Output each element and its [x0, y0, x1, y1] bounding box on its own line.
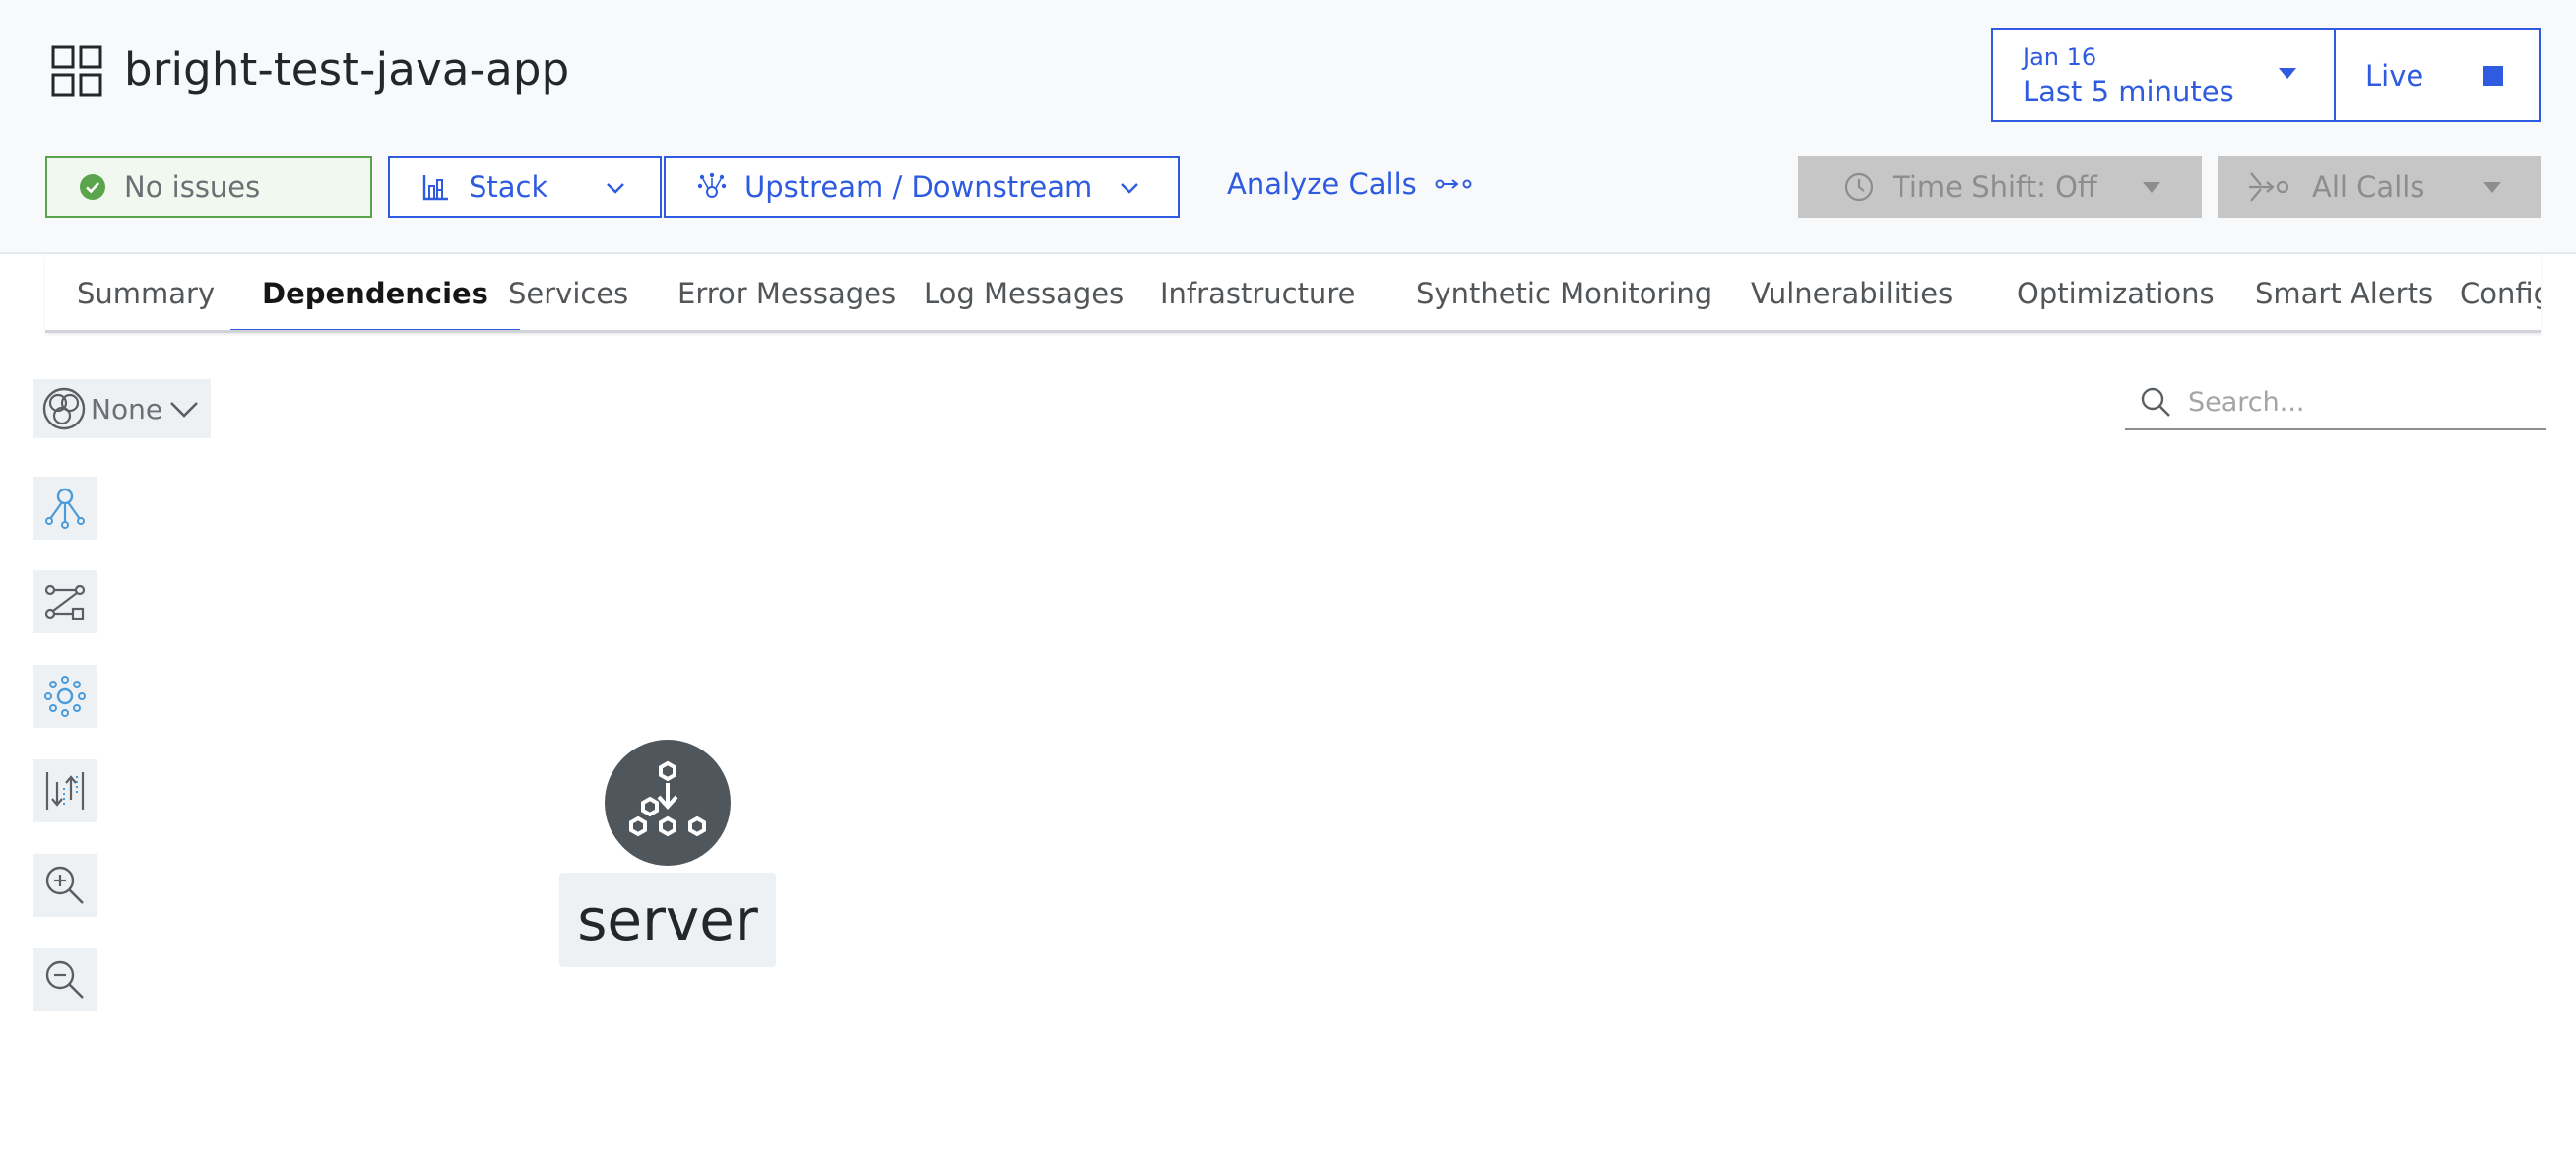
group-circles-icon: [42, 387, 86, 430]
tab-synthetic-monitoring[interactable]: Synthetic Monitoring: [1385, 254, 1744, 330]
network-nodes-icon: [697, 172, 727, 198]
all-calls-dropdown[interactable]: All Calls: [2218, 156, 2541, 218]
chevron-down-icon: [607, 183, 624, 194]
tab-error-messages[interactable]: Error Messages: [646, 254, 928, 330]
stack-label: Stack: [469, 169, 548, 204]
time-range-window: Last 5 minutes: [2023, 75, 2234, 108]
radial-layout-icon: [44, 676, 86, 717]
trace-arrow-icon: [1435, 179, 1472, 189]
stop-icon: [2483, 66, 2503, 86]
header: bright-test-java-app Jan 16 Last 5 minut…: [0, 0, 2576, 254]
caret-down-icon: [2483, 182, 2501, 193]
tab-summary[interactable]: Summary: [45, 254, 246, 330]
service-hexagons-icon: [629, 760, 706, 837]
tab-bar: Summary Dependencies Services Error Mess…: [45, 254, 2541, 333]
tab-configuration[interactable]: Configu: [2428, 254, 2541, 330]
hierarchy-layout-button[interactable]: [33, 477, 97, 540]
all-calls-label: All Calls: [2312, 169, 2425, 204]
time-picker: Jan 16 Last 5 minutes Live: [1991, 28, 2541, 122]
time-shift-dropdown[interactable]: Time Shift: Off: [1798, 156, 2202, 218]
path-layout-icon: [44, 584, 86, 620]
stack-chart-icon: [422, 174, 448, 200]
service-node-label[interactable]: server: [559, 873, 776, 967]
search-input[interactable]: [2188, 386, 2523, 418]
group-by-dropdown[interactable]: None: [33, 379, 211, 438]
caret-down-icon: [2143, 182, 2160, 193]
application-icon: [51, 45, 102, 97]
zoom-in-icon: [45, 866, 84, 904]
upstream-downstream-label: Upstream / Downstream: [744, 169, 1093, 204]
dependency-graph-canvas[interactable]: None Search... server: [0, 336, 2576, 1174]
group-by-label: None: [91, 392, 163, 425]
time-shift-label: Time Shift: Off: [1893, 169, 2097, 204]
zoom-in-button[interactable]: [33, 854, 97, 917]
radial-layout-button[interactable]: [33, 665, 97, 728]
page-title: bright-test-java-app: [124, 43, 570, 96]
tab-services[interactable]: Services: [477, 254, 660, 330]
issues-label: No issues: [124, 169, 261, 204]
zoom-out-icon: [45, 960, 84, 999]
search-icon: [2141, 387, 2170, 417]
path-layout-button[interactable]: [33, 570, 97, 633]
live-label: Live: [2365, 59, 2424, 93]
stack-dropdown[interactable]: Stack: [388, 156, 662, 218]
zoom-out-button[interactable]: [33, 948, 97, 1011]
checkmark-circle-icon: [80, 173, 105, 200]
search-box: [2125, 375, 2546, 430]
time-range-date: Jan 16: [2023, 43, 2097, 71]
issues-status-badge[interactable]: No issues: [45, 156, 372, 218]
tab-vulnerabilities[interactable]: Vulnerabilities: [1719, 254, 1984, 330]
analyze-calls-label: Analyze Calls: [1227, 167, 1417, 201]
sort-button[interactable]: [33, 759, 97, 822]
tab-optimizations[interactable]: Optimizations: [1985, 254, 2246, 330]
service-node[interactable]: [605, 740, 731, 866]
chevron-down-icon: [170, 402, 198, 418]
live-toggle-button[interactable]: Live: [2336, 30, 2539, 120]
clock-icon: [1844, 172, 1874, 201]
caret-down-icon: [2279, 68, 2296, 79]
time-range-dropdown[interactable]: Jan 16 Last 5 minutes: [1993, 30, 2336, 120]
analyze-calls-link[interactable]: Analyze Calls: [1227, 167, 1474, 201]
call-filter-icon: [2249, 171, 2289, 202]
upstream-downstream-dropdown[interactable]: Upstream / Downstream: [664, 156, 1180, 218]
tab-log-messages[interactable]: Log Messages: [892, 254, 1155, 330]
tab-infrastructure[interactable]: Infrastructure: [1128, 254, 1386, 330]
chevron-down-icon: [1121, 183, 1138, 194]
sort-icon: [45, 772, 85, 810]
hierarchy-layout-icon: [45, 488, 85, 529]
